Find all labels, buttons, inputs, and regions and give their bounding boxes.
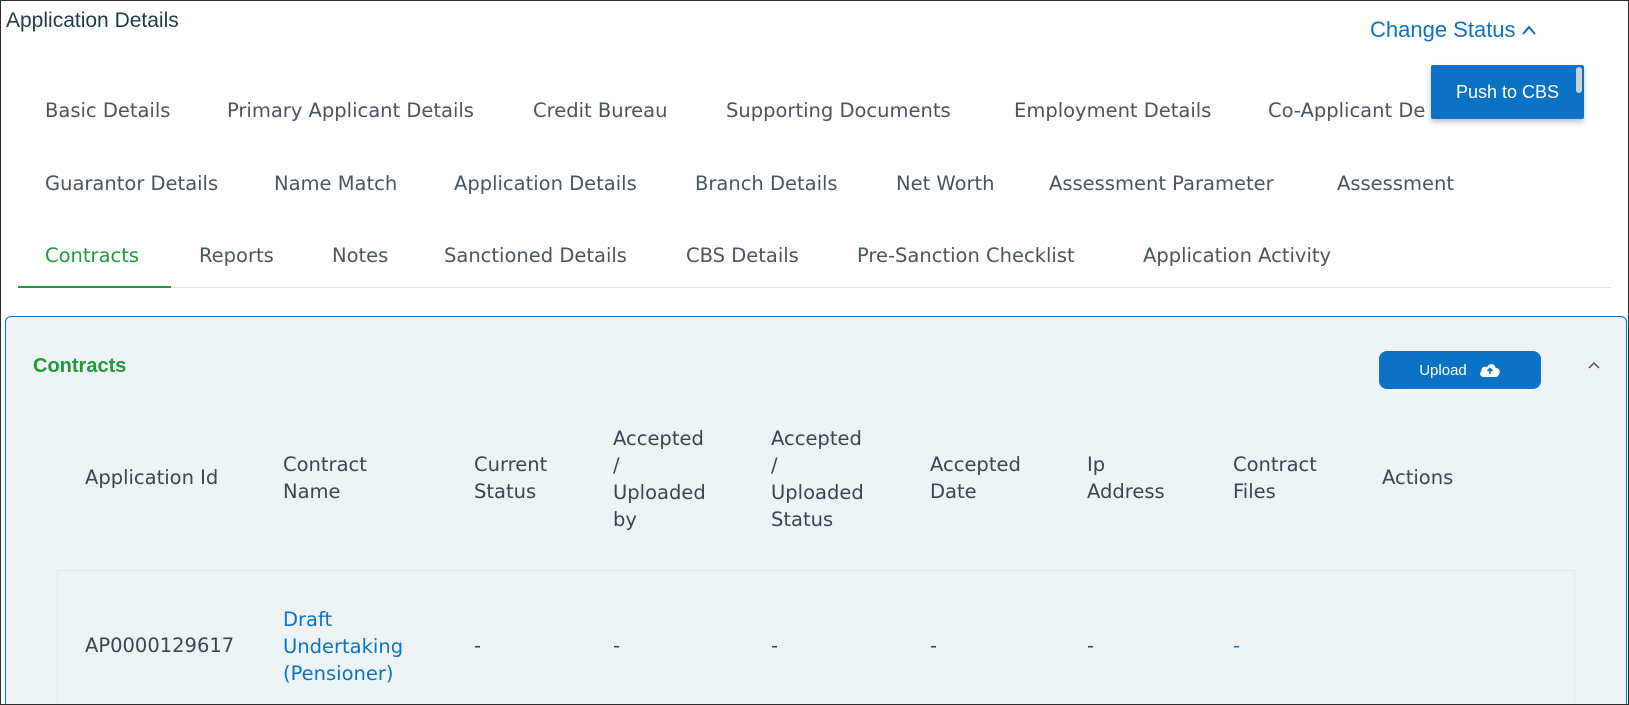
application-details-page: Application Details Change Status Basic … bbox=[0, 0, 1629, 705]
col-accepted-date: Accepted Date bbox=[930, 453, 1021, 503]
cloud-upload-icon bbox=[1479, 364, 1500, 377]
col-contract-name: Contract Name bbox=[283, 453, 367, 503]
tab-assessment-parameter[interactable]: Assessment Parameter bbox=[1049, 172, 1274, 195]
tabs-divider bbox=[18, 287, 1611, 288]
push-to-cbs-button[interactable]: Push to CBS bbox=[1431, 65, 1584, 119]
tab-sanctioned-details[interactable]: Sanctioned Details bbox=[444, 244, 627, 267]
collapse-chevron-icon[interactable] bbox=[1587, 359, 1601, 373]
cell-accepted-date: - bbox=[930, 634, 938, 657]
tab-contracts[interactable]: Contracts bbox=[45, 244, 139, 267]
cell-accepted-uploaded-by: - bbox=[613, 634, 621, 657]
tab-guarantor-details[interactable]: Guarantor Details bbox=[45, 172, 218, 195]
change-status-toggle[interactable]: Change Status bbox=[1370, 17, 1536, 43]
tab-application-details[interactable]: Application Details bbox=[454, 172, 637, 195]
tab-branch-details[interactable]: Branch Details bbox=[695, 172, 838, 195]
tab-name-match[interactable]: Name Match bbox=[274, 172, 397, 195]
tab-basic-details[interactable]: Basic Details bbox=[45, 99, 170, 122]
cell-current-status: - bbox=[474, 634, 482, 657]
active-tab-indicator bbox=[18, 286, 171, 288]
tab-pre-sanction-checklist[interactable]: Pre-Sanction Checklist bbox=[857, 244, 1075, 267]
tab-notes[interactable]: Notes bbox=[332, 244, 388, 267]
upload-button[interactable]: Upload bbox=[1379, 351, 1541, 389]
col-actions: Actions bbox=[1382, 466, 1454, 489]
col-application-id: Application Id bbox=[85, 466, 219, 489]
contract-files-link[interactable]: - bbox=[1233, 632, 1240, 659]
contract-name-link[interactable]: Draft Undertaking (Pensioner) bbox=[283, 606, 403, 687]
change-status-label: Change Status bbox=[1370, 17, 1516, 42]
contracts-panel: Contracts Upload Application Id Contract… bbox=[5, 316, 1627, 704]
tab-assessment[interactable]: Assessment bbox=[1337, 172, 1454, 195]
cell-accepted-uploaded-status: - bbox=[771, 634, 779, 657]
tab-employment-details[interactable]: Employment Details bbox=[1014, 99, 1211, 122]
table-row: AP0000129617 Draft Undertaking (Pensioner)… bbox=[57, 570, 1575, 704]
col-accepted-uploaded-status: Accepted / Uploaded Status bbox=[771, 427, 864, 531]
tab-net-worth[interactable]: Net Worth bbox=[896, 172, 995, 195]
tab-supporting-documents[interactable]: Supporting Documents bbox=[726, 99, 951, 122]
page-title: Application Details bbox=[6, 9, 179, 32]
contracts-panel-title: Contracts bbox=[33, 355, 127, 377]
cell-ip-address: - bbox=[1087, 634, 1095, 657]
col-current-status: Current Status bbox=[474, 453, 548, 503]
tab-reports[interactable]: Reports bbox=[199, 244, 274, 267]
tab-primary-applicant-details[interactable]: Primary Applicant Details bbox=[227, 99, 474, 122]
col-accepted-uploaded-by: Accepted / Uploaded by bbox=[613, 427, 706, 531]
col-ip-address: Ip Address bbox=[1087, 453, 1165, 503]
tab-credit-bureau[interactable]: Credit Bureau bbox=[533, 99, 667, 122]
col-contract-files: Contract Files bbox=[1233, 453, 1317, 503]
tab-co-applicant-details[interactable]: Co-Applicant De bbox=[1268, 99, 1425, 122]
cell-application-id: AP0000129617 bbox=[85, 634, 235, 657]
tab-cbs-details[interactable]: CBS Details bbox=[686, 244, 799, 267]
tab-application-activity[interactable]: Application Activity bbox=[1143, 244, 1331, 267]
chevron-up-icon bbox=[1521, 25, 1536, 35]
upload-label: Upload bbox=[1419, 361, 1467, 379]
